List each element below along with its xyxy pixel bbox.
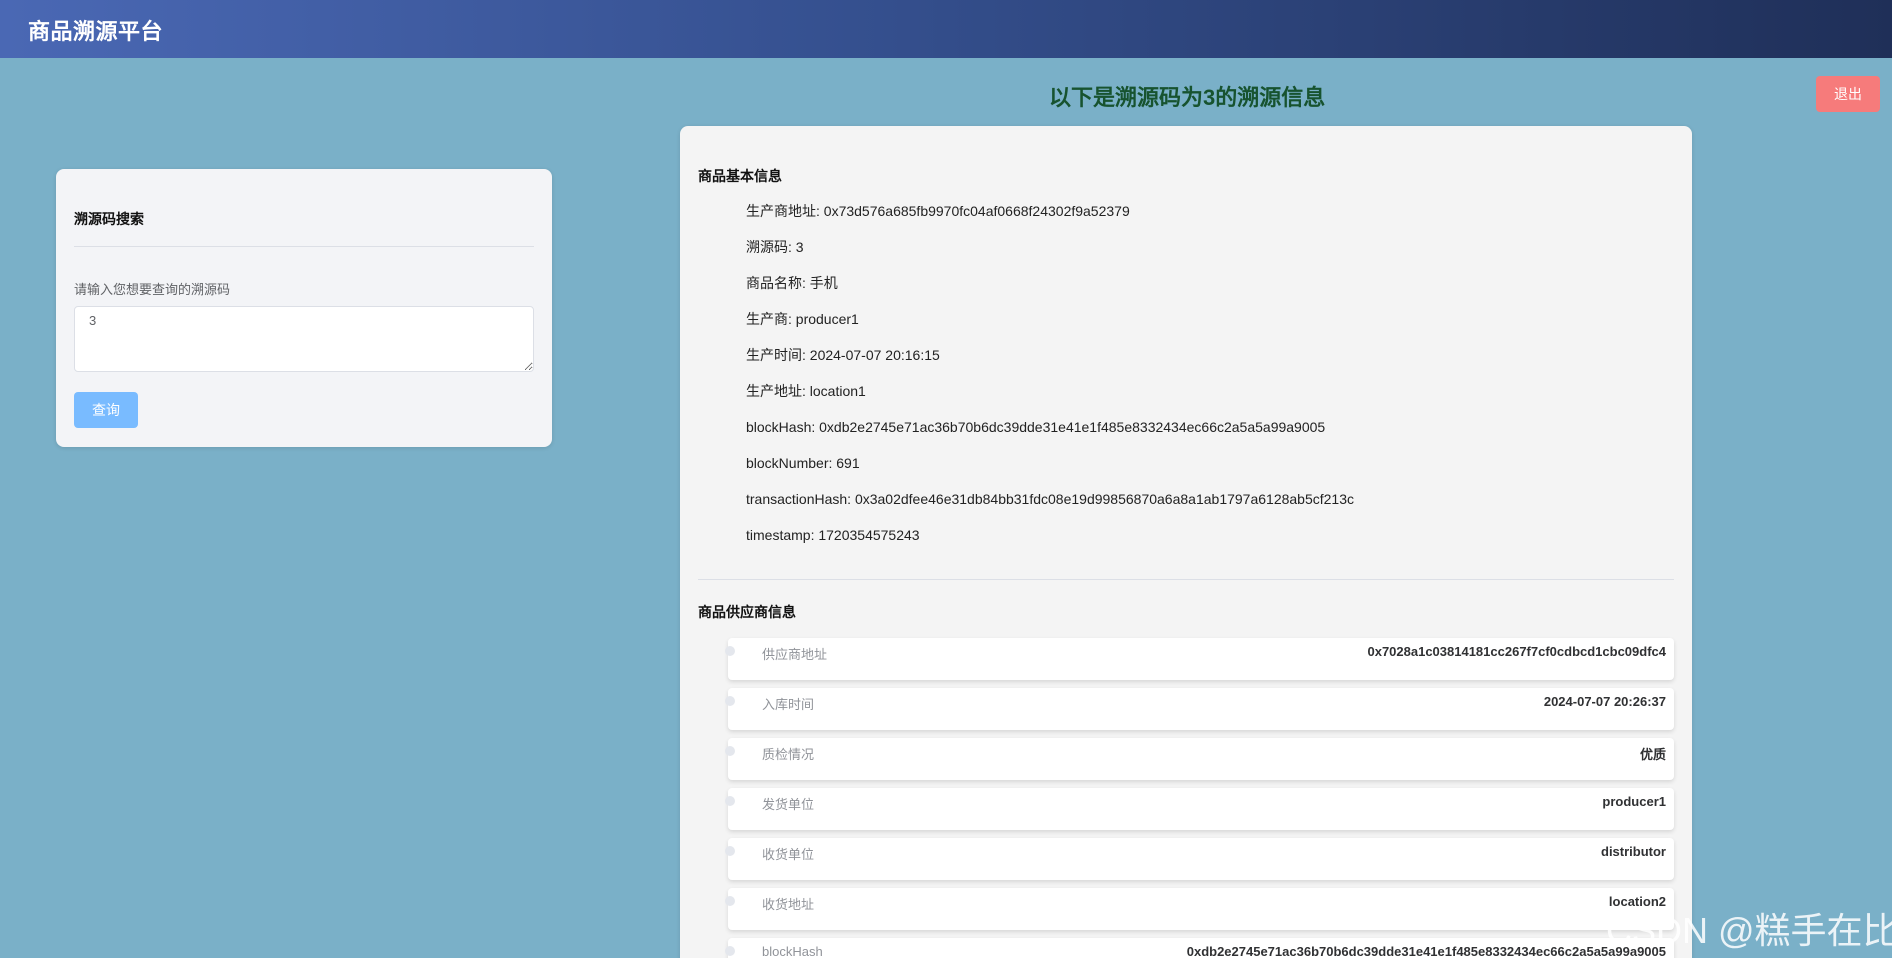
timeline-item: 质检情况 优质 (725, 738, 1674, 780)
timeline-item: 收货单位 distributor (725, 838, 1674, 880)
search-input-label: 请输入您想要查询的溯源码 (74, 282, 231, 297)
basic-info-item: 生产地址: location1 (746, 383, 866, 399)
timeline-dot-icon (725, 646, 735, 656)
timeline-item-value: location2 (1608, 894, 1666, 909)
timeline-dot-icon (725, 946, 735, 956)
basic-info-item: 生产商: producer1 (746, 311, 859, 327)
divider (698, 579, 1674, 580)
trace-code-input[interactable]: 3 (74, 306, 534, 372)
basic-info-item: transactionHash: 0x3a02dfee46e31db84bb31… (746, 491, 1354, 507)
timeline-item: 入库时间 2024-07-07 20:26:37 (725, 688, 1674, 730)
search-card: 溯源码搜索 请输入您想要查询的溯源码 3 查询 (56, 169, 552, 447)
basic-info-item: blockNumber: 691 (746, 455, 860, 471)
timeline-item-label: 收货地址 (762, 897, 815, 912)
timeline-item-value: 0x7028a1c03814181cc267f7cf0cdbcd1cbc09df… (1367, 644, 1666, 659)
basic-info-item: 商品名称: 手机 (746, 275, 838, 291)
timeline-item-label: blockHash (762, 944, 823, 958)
timeline-item-label: 质检情况 (762, 747, 815, 762)
supplier-info-title: 商品供应商信息 (698, 604, 796, 620)
timeline-dot-icon (725, 846, 735, 856)
app-title: 商品溯源平台 (28, 19, 164, 44)
timeline-item-value: 优质 (1639, 747, 1666, 762)
basic-info-item: 生产商地址: 0x73d576a685fb9970fc04af0668f2430… (746, 203, 1130, 219)
top-navbar: 商品溯源平台 (0, 0, 1892, 58)
trace-info-card: 商品基本信息 生产商地址: 0x73d576a685fb9970fc04af06… (680, 126, 1692, 958)
basic-info-list: 生产商地址: 0x73d576a685fb9970fc04af0668f2430… (746, 202, 1354, 562)
timeline-dot-icon (725, 796, 735, 806)
basic-info-item: 溯源码: 3 (746, 239, 804, 255)
timeline-item-value: distributor (1601, 844, 1666, 859)
timeline-item: blockHash 0xdb2e2745e71ac36b70b6dc39dde3… (725, 938, 1674, 958)
basic-info-item: 生产时间: 2024-07-07 20:16:15 (746, 347, 940, 363)
basic-info-item: timestamp: 1720354575243 (746, 527, 920, 543)
search-card-title: 溯源码搜索 (74, 211, 144, 227)
supplier-timeline: 供应商地址 0x7028a1c03814181cc267f7cf0cdbcd1c… (725, 638, 1674, 958)
timeline-item-value: 0xdb2e2745e71ac36b70b6dc39dde31e41e1f485… (1186, 944, 1666, 958)
timeline-item: 收货地址 location2 (725, 888, 1674, 930)
query-button[interactable]: 查询 (74, 392, 138, 428)
page-heading: 以下是溯源码为3的溯源信息 (1049, 85, 1326, 110)
timeline-item: 发货单位 producer1 (725, 788, 1674, 830)
timeline-item: 供应商地址 0x7028a1c03814181cc267f7cf0cdbcd1c… (725, 638, 1674, 680)
basic-info-item: blockHash: 0xdb2e2745e71ac36b70b6dc39dde… (746, 419, 1326, 435)
logout-button[interactable]: 退出 (1816, 76, 1880, 112)
basic-info-title: 商品基本信息 (698, 168, 782, 184)
timeline-item-label: 收货单位 (762, 847, 815, 862)
timeline-dot-icon (725, 746, 735, 756)
timeline-item-label: 供应商地址 (762, 647, 828, 662)
timeline-dot-icon (725, 696, 735, 706)
timeline-item-label: 发货单位 (762, 797, 815, 812)
divider (74, 246, 534, 247)
timeline-item-value: producer1 (1602, 794, 1666, 809)
timeline-item-value: 2024-07-07 20:26:37 (1543, 694, 1666, 709)
timeline-item-label: 入库时间 (762, 697, 815, 712)
timeline-dot-icon (725, 896, 735, 906)
